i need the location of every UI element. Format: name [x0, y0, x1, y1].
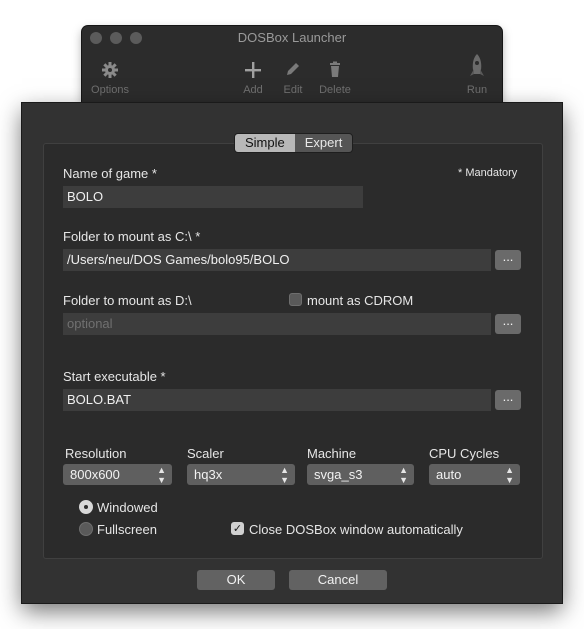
- add-label: Add: [243, 84, 263, 96]
- folder-c-label: Folder to mount as C:\ *: [63, 229, 201, 244]
- options-label: Options: [91, 84, 129, 96]
- cpu-cycles-label: CPU Cycles: [429, 446, 500, 461]
- mode-segmented-control: Simple Expert: [234, 133, 354, 153]
- game-name-field[interactable]: BOLO: [63, 186, 363, 208]
- run-button[interactable]: Run: [460, 52, 494, 96]
- browse-folder-d-button[interactable]: ...: [495, 314, 521, 334]
- chevron-up-down-icon: ▲ ▼: [505, 465, 514, 485]
- delete-label: Delete: [319, 84, 351, 96]
- executable-field[interactable]: BOLO.BAT: [63, 389, 491, 411]
- launcher-window: DOSBox Launcher Options Add Edit Delete …: [82, 26, 502, 104]
- resolution-popup[interactable]: 800x600 ▲ ▼: [63, 464, 172, 485]
- checkmark-icon: ✓: [232, 523, 243, 535]
- chevron-up-down-icon: ▲ ▼: [157, 465, 166, 485]
- run-label: Run: [466, 84, 488, 96]
- resolution-value: 800x600: [70, 467, 120, 482]
- executable-label: Start executable *: [63, 369, 166, 384]
- windowed-label: Windowed: [97, 500, 158, 515]
- edit-label: Edit: [283, 84, 303, 96]
- ok-button[interactable]: OK: [197, 570, 275, 590]
- fullscreen-radio[interactable]: [79, 522, 93, 536]
- edit-button[interactable]: Edit: [278, 58, 308, 96]
- windowed-radio[interactable]: [79, 500, 93, 514]
- scaler-popup[interactable]: hq3x ▲ ▼: [187, 464, 295, 485]
- game-settings-sheet: Simple Expert Name of game * * Mandatory…: [22, 103, 562, 603]
- close-auto-checkbox[interactable]: ✓: [231, 522, 244, 535]
- window-title: DOSBox Launcher: [237, 30, 347, 45]
- machine-value: svga_s3: [314, 467, 363, 482]
- settings-panel: Name of game * * Mandatory BOLO Folder t…: [43, 143, 543, 559]
- options-button[interactable]: Options: [88, 58, 132, 96]
- cdrom-label: mount as CDROM: [307, 293, 414, 308]
- machine-label: Machine: [307, 446, 357, 461]
- trash-icon: [316, 58, 354, 82]
- chevron-up-down-icon: ▲ ▼: [280, 465, 289, 485]
- browse-executable-button[interactable]: ...: [495, 390, 521, 410]
- folder-d-field[interactable]: optional: [63, 313, 491, 335]
- cdrom-checkbox[interactable]: [289, 293, 302, 306]
- machine-popup[interactable]: svga_s3 ▲ ▼: [307, 464, 414, 485]
- gear-icon: [88, 58, 132, 82]
- plus-icon: [238, 58, 268, 82]
- delete-button[interactable]: Delete: [316, 58, 354, 96]
- close-auto-label: Close DOSBox window automatically: [249, 522, 463, 537]
- cpu-cycles-popup[interactable]: auto ▲ ▼: [429, 464, 520, 485]
- browse-folder-c-button[interactable]: ...: [495, 250, 521, 270]
- mandatory-note: * Mandatory: [458, 167, 518, 179]
- rocket-icon: [460, 52, 494, 82]
- scaler-value: hq3x: [194, 467, 223, 482]
- chevron-up-down-icon: ▲ ▼: [399, 465, 408, 485]
- folder-c-field[interactable]: /Users/neu/DOS Games/bolo95/BOLO: [63, 249, 491, 271]
- fullscreen-label: Fullscreen: [97, 522, 157, 537]
- add-button[interactable]: Add: [238, 58, 268, 96]
- scaler-label: Scaler: [187, 446, 224, 461]
- pencil-icon: [278, 58, 308, 82]
- tab-expert[interactable]: Expert: [294, 134, 353, 152]
- cancel-button[interactable]: Cancel: [289, 570, 387, 590]
- folder-d-label: Folder to mount as D:\: [63, 293, 192, 308]
- name-label: Name of game *: [63, 166, 157, 181]
- resolution-label: Resolution: [65, 446, 127, 461]
- cpu-cycles-value: auto: [436, 467, 462, 482]
- tab-simple[interactable]: Simple: [235, 134, 295, 152]
